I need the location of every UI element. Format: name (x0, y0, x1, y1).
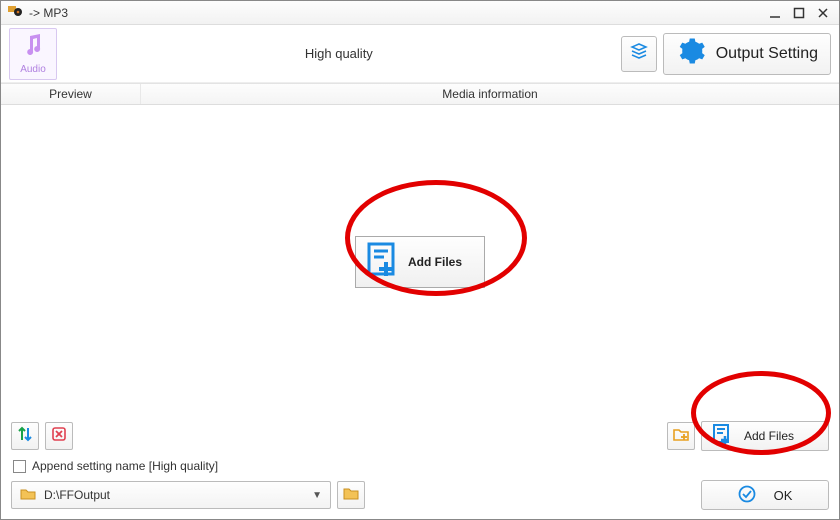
app-icon (7, 3, 23, 22)
append-row: Append setting name [High quality] (1, 453, 839, 479)
add-files-button-small[interactable]: Add Files (701, 421, 829, 451)
titlebar: -> MP3 (1, 1, 839, 25)
app-window: -> MP3 Audio High quality Output Setting (0, 0, 840, 520)
add-folder-button[interactable] (667, 422, 695, 450)
ok-button[interactable]: OK (701, 480, 829, 510)
toolbar: Audio High quality Output Setting (1, 25, 839, 83)
audio-format-tile[interactable]: Audio (9, 28, 57, 80)
ok-label: OK (774, 488, 793, 503)
folder-icon (20, 487, 36, 504)
layers-button[interactable] (621, 36, 657, 72)
music-note-icon (22, 33, 44, 62)
append-checkbox[interactable] (13, 460, 26, 473)
output-path-text: D:\FFOutput (44, 488, 110, 502)
add-file-icon (366, 242, 400, 283)
output-setting-label: Output Setting (716, 45, 818, 63)
append-label: Append setting name [High quality] (32, 459, 218, 473)
add-files-small-label: Add Files (744, 429, 794, 443)
column-headers: Preview Media information (1, 83, 839, 105)
folder-plus-icon (672, 425, 690, 448)
output-row: D:\FFOutput ▼ OK (1, 479, 839, 519)
gear-icon (676, 36, 706, 71)
header-preview[interactable]: Preview (1, 84, 141, 104)
add-files-button-large[interactable]: Add Files (355, 236, 485, 288)
check-circle-icon (738, 485, 756, 506)
close-button[interactable] (813, 5, 833, 21)
folder-icon (342, 485, 360, 506)
header-media-information[interactable]: Media information (141, 84, 839, 104)
sort-arrows-icon (16, 425, 34, 448)
window-title: -> MP3 (29, 6, 68, 20)
output-setting-button[interactable]: Output Setting (663, 33, 831, 75)
delete-button[interactable] (45, 422, 73, 450)
delete-icon (50, 425, 68, 448)
file-list-area: Add Files (1, 105, 839, 419)
add-file-icon (712, 424, 732, 449)
minimize-button[interactable] (765, 5, 785, 21)
chevron-down-icon: ▼ (312, 490, 322, 501)
titlebar-left: -> MP3 (7, 3, 68, 22)
action-row: Add Files (1, 419, 839, 453)
maximize-button[interactable] (789, 5, 809, 21)
output-path-dropdown[interactable]: D:\FFOutput ▼ (11, 481, 331, 509)
add-files-label: Add Files (408, 255, 462, 269)
move-button[interactable] (11, 422, 39, 450)
window-controls (765, 5, 833, 21)
browse-folder-button[interactable] (337, 481, 365, 509)
layers-icon (629, 41, 649, 66)
audio-label: Audio (20, 64, 46, 75)
quality-label: High quality (57, 46, 621, 61)
